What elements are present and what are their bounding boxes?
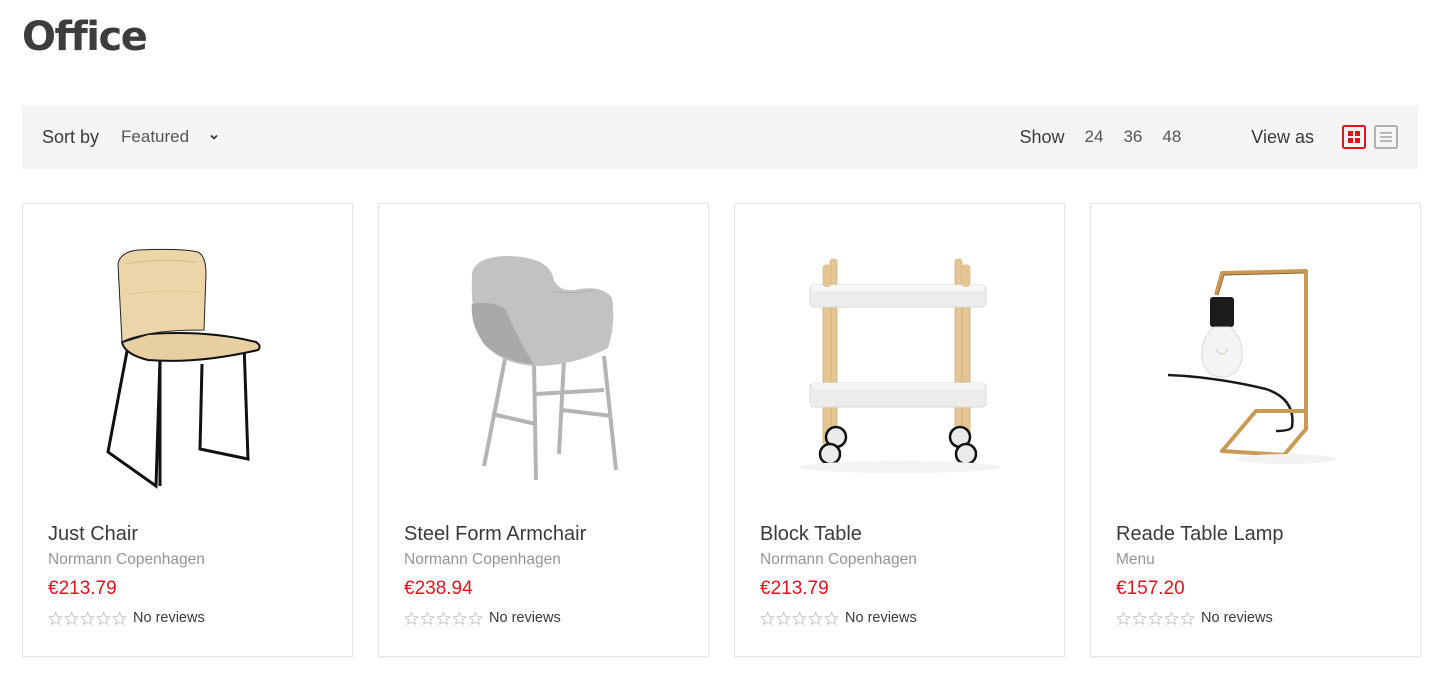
collection-toolbar: Sort by Featured Show 24 36 48 View as (22, 105, 1418, 169)
star-rating (404, 610, 483, 626)
star-empty-icon (404, 610, 419, 626)
list-view-icon (1374, 125, 1398, 149)
product-brand: Normann Copenhagen (48, 551, 205, 568)
product-image[interactable] (1091, 224, 1420, 504)
star-empty-icon (792, 610, 807, 626)
star-empty-icon (1180, 610, 1195, 626)
view-as-label: View as (1251, 126, 1314, 147)
product-rating: No reviews (404, 610, 688, 626)
star-empty-icon (64, 610, 79, 626)
star-empty-icon (420, 610, 435, 626)
product-price: €238.94 (404, 578, 473, 599)
product-info: Block Table Normann Copenhagen €213.79 N… (760, 520, 1044, 626)
star-empty-icon (808, 610, 823, 626)
show-option-48[interactable]: 48 (1162, 127, 1181, 147)
sort-dropdown[interactable]: Featured (121, 127, 219, 147)
grey-armchair-image (471, 256, 618, 481)
show-label: Show (1019, 126, 1065, 147)
product-price: €213.79 (48, 578, 117, 599)
product-price: €157.20 (1116, 578, 1185, 599)
star-empty-icon (436, 610, 451, 626)
star-rating (1116, 610, 1195, 626)
star-empty-icon (96, 610, 111, 626)
product-rating: No reviews (760, 610, 1044, 626)
star-empty-icon (824, 610, 839, 626)
wooden-chair-image (105, 248, 261, 489)
product-card[interactable]: Block Table Normann Copenhagen €213.79 N… (734, 203, 1065, 657)
product-card[interactable]: Steel Form Armchair Normann Copenhagen €… (378, 203, 709, 657)
table-lamp-image (1167, 269, 1336, 464)
star-empty-icon (468, 610, 483, 626)
star-empty-icon (776, 610, 791, 626)
list-view-button[interactable] (1374, 125, 1398, 149)
reviews-count: No reviews (845, 610, 917, 626)
star-empty-icon (1164, 610, 1179, 626)
star-empty-icon (760, 610, 775, 626)
product-name[interactable]: Block Table (760, 520, 1044, 548)
reviews-count: No reviews (489, 610, 561, 626)
product-grid: Just Chair Normann Copenhagen €213.79 No… (22, 203, 1421, 657)
star-empty-icon (452, 610, 467, 626)
star-empty-icon (1116, 610, 1131, 626)
product-brand: Menu (1116, 551, 1155, 568)
product-brand: Normann Copenhagen (404, 551, 561, 568)
star-empty-icon (1148, 610, 1163, 626)
show-option-24[interactable]: 24 (1085, 127, 1104, 147)
product-info: Reade Table Lamp Menu €157.20 No reviews (1116, 520, 1400, 626)
product-name[interactable]: Just Chair (48, 520, 332, 548)
star-empty-icon (112, 610, 127, 626)
star-rating (760, 610, 839, 626)
star-empty-icon (1132, 610, 1147, 626)
grid-view-icon (1342, 125, 1366, 149)
product-info: Just Chair Normann Copenhagen €213.79 No… (48, 520, 332, 626)
product-card[interactable]: Just Chair Normann Copenhagen €213.79 No… (22, 203, 353, 657)
star-empty-icon (48, 610, 63, 626)
product-name[interactable]: Steel Form Armchair (404, 520, 688, 548)
trolley-table-image (799, 258, 1000, 473)
sort-label: Sort by (42, 126, 100, 147)
star-empty-icon (80, 610, 95, 626)
product-brand: Normann Copenhagen (760, 551, 917, 568)
sort-selected-value: Featured (121, 127, 190, 146)
product-rating: No reviews (48, 610, 332, 626)
product-price: €213.79 (760, 578, 829, 599)
reviews-count: No reviews (133, 610, 205, 626)
product-name[interactable]: Reade Table Lamp (1116, 520, 1400, 548)
star-rating (48, 610, 127, 626)
show-option-36[interactable]: 36 (1123, 127, 1142, 147)
product-image[interactable] (735, 224, 1064, 504)
page-title: Office (22, 14, 148, 60)
grid-view-button[interactable] (1342, 125, 1366, 149)
product-info: Steel Form Armchair Normann Copenhagen €… (404, 520, 688, 626)
product-rating: No reviews (1116, 610, 1400, 626)
product-card[interactable]: Reade Table Lamp Menu €157.20 No reviews (1090, 203, 1421, 657)
product-image[interactable] (379, 224, 708, 504)
chevron-down-icon (209, 132, 219, 142)
reviews-count: No reviews (1201, 610, 1273, 626)
product-image[interactable] (23, 224, 352, 504)
